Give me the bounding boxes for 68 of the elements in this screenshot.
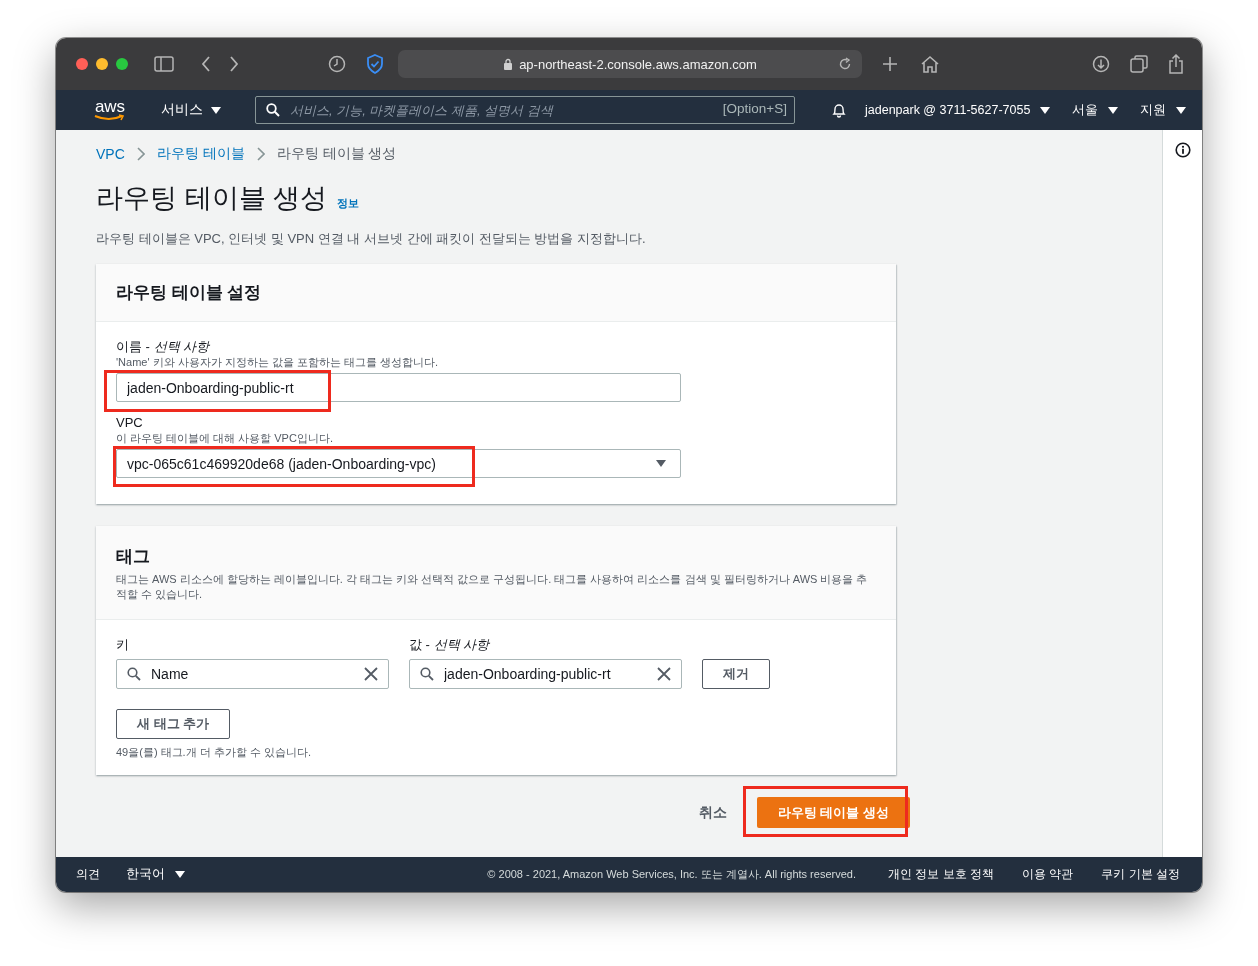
field-hint: 이 라우팅 테이블에 대해 사용할 VPC입니다. [116, 431, 333, 445]
smile-icon [94, 113, 126, 122]
search-icon [420, 667, 434, 681]
field-label: 값 - 선택 사항 [409, 636, 491, 653]
feedback-link[interactable]: 의견 [76, 866, 100, 883]
close-icon[interactable] [364, 667, 378, 681]
tag-key-field[interactable]: Name [116, 659, 389, 689]
field-label: 이름 - 선택 사항 [116, 338, 211, 355]
caret-icon [211, 106, 221, 114]
vpc-select[interactable]: vpc-065c61c469920de68 (jaden-Onboarding-vpc) [116, 449, 681, 478]
remove-button[interactable]: 제거 [702, 659, 770, 689]
chevron-icon [136, 147, 145, 161]
footer-link[interactable]: 이용 약관 [1022, 866, 1074, 883]
window-control-icon[interactable] [96, 58, 108, 70]
support-menu[interactable]: 지원 [1140, 101, 1187, 119]
page-title: 라우팅 테이블 생성 [96, 182, 327, 215]
panel-title: 라우팅 테이블 설정 [116, 281, 263, 303]
name-input[interactable]: jaden-Onboarding-public-rt [116, 373, 681, 402]
breadcrumb-current: 라우팅 테이블 생성 [276, 145, 397, 163]
search-icon [266, 103, 280, 117]
panel-description: 태그는 AWS 리소스에 할당하는 레이블입니다. 각 태그는 키와 선택적 값으로 구성됩니다. 태그를 사용하여 리소스를 검색 및 필터링하거나 AWS 비용을 추적할 수 있습니다. [116, 571, 869, 602]
download-icon[interactable] [1092, 55, 1110, 73]
page-description: 라우팅 테이블은 VPC, 인터넷 및 VPN 연결 내 서브넷 간에 패킷이 전달되는 방법을 지정합니다. [96, 230, 647, 248]
region-menu[interactable]: 서울 [1072, 101, 1119, 119]
panel-title: 태그 [116, 545, 151, 567]
field-label: 키 [116, 636, 130, 653]
add-tag-button[interactable]: 새 태그 추가 [116, 709, 231, 739]
caret-icon [1176, 106, 1187, 114]
back-icon[interactable] [200, 55, 212, 73]
tag-limit-note: 49을(를) 태그.개 더 추가할 수 있습니다. [116, 745, 311, 759]
tabs-icon[interactable] [1130, 55, 1148, 73]
account-menu[interactable]: jadenpark @ 3711-5627-7055 [865, 103, 1051, 117]
tag-value-field[interactable]: jaden-Onboarding-public-rt [409, 659, 682, 689]
breadcrumb-link[interactable]: VPC [96, 146, 125, 162]
share-icon[interactable] [1168, 54, 1184, 74]
address-bar[interactable]: ap-northeast-2.console.aws.amazon.com [398, 50, 862, 78]
services-menu[interactable]: 서비스 [161, 101, 221, 119]
info-icon[interactable] [1174, 142, 1191, 158]
caret-icon [1040, 106, 1051, 114]
chevron-icon [256, 147, 265, 161]
forward-icon[interactable] [228, 55, 240, 73]
caret-icon [175, 871, 185, 878]
footer-link[interactable]: 개인 정보 보호 정책 [887, 866, 994, 883]
language-menu[interactable]: 한국어 [126, 866, 185, 883]
field-label: VPC [116, 414, 144, 431]
search-icon [127, 667, 141, 681]
breadcrumb-link[interactable]: 라우팅 테이블 [156, 145, 245, 163]
url-text: ap-northeast-2.console.aws.amazon.com [519, 56, 757, 72]
lock-icon [503, 58, 514, 70]
home-icon[interactable] [920, 55, 940, 73]
caret-icon [656, 460, 666, 467]
plus-icon[interactable] [882, 56, 898, 72]
caret-icon [1108, 106, 1119, 114]
close-icon[interactable] [657, 667, 671, 681]
info-link[interactable]: 정보 [337, 196, 359, 211]
sidebar-icon[interactable] [154, 56, 174, 72]
reload-icon[interactable] [838, 57, 852, 71]
shield-icon[interactable] [366, 54, 384, 74]
footer-link[interactable]: 쿠키 기본 설정 [1101, 866, 1180, 883]
window-control-icon[interactable] [116, 58, 128, 70]
cancel-button[interactable]: 취소 [698, 803, 727, 822]
clock-icon[interactable] [328, 55, 346, 73]
logo-text[interactable]: aws [94, 98, 126, 114]
bell-icon[interactable] [831, 102, 847, 118]
shortcut-hint: [Option+S] [722, 101, 787, 116]
copyright-text: © 2008 - 2021, Amazon Web Services, Inc. 또는 계열사. All rights reserved. [487, 867, 856, 882]
field-hint: 'Name' 키와 사용자가 지정하는 값을 포함하는 태그를 생성합니다. [116, 355, 438, 369]
window-control-icon[interactable] [76, 58, 88, 70]
